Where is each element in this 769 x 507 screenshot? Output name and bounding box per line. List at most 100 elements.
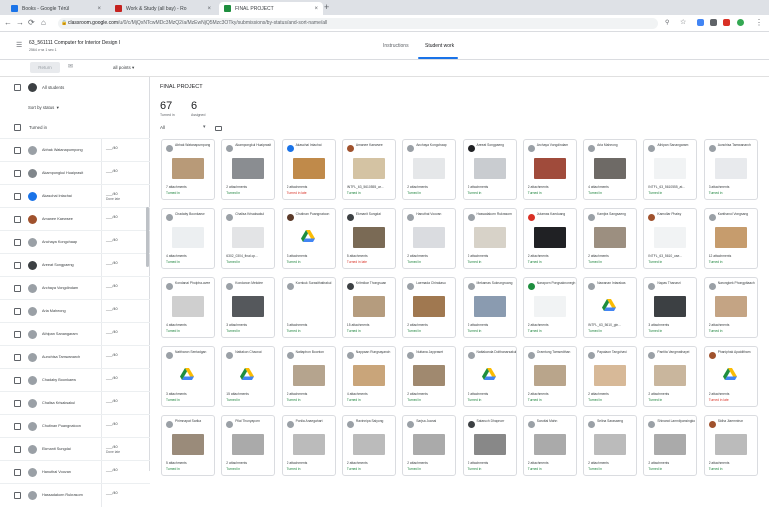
grade-field[interactable]: ___/40 Done late — [106, 192, 120, 201]
grade-field[interactable]: ___/40 — [106, 422, 118, 427]
submission-card[interactable]: Narongkek Phongpitaach 2 attachments Turne… — [703, 277, 758, 338]
submission-card[interactable]: Akaschai Intachai 2 attachments Turned in … — [281, 139, 336, 200]
url-bar[interactable]: 🔒 classroom.google.com/u/0/c/MjQxNTcwMDc3… — [58, 18, 658, 29]
profile-avatar[interactable] — [737, 19, 744, 26]
submission-card[interactable]: Nattakon Chaovai 15 attachments Turned in — [221, 346, 276, 407]
submission-card[interactable]: Nuttana Jaypraset 2 attachments Turned in — [402, 346, 457, 407]
student-checkbox[interactable] — [14, 423, 21, 430]
select-all-checkbox[interactable] — [14, 84, 21, 91]
submission-card[interactable]: Selina Sarasaeng 2 attachments Turned in — [583, 415, 638, 476]
submission-card[interactable]: Kondanon Mekdee 3 attachments Turned in — [221, 277, 276, 338]
student-checkbox[interactable] — [14, 446, 21, 453]
submission-card[interactable]: Hassadakorn Rukrasom 2 attachments Turned … — [462, 208, 517, 269]
submission-card[interactable]: Pantita Vangmathayei 2 attachments Turned … — [643, 346, 698, 407]
student-row[interactable]: Hanuthai Voovan ___/40 — [0, 460, 150, 484]
submission-card[interactable]: Pilai Thunyaporn 2 attachments Turned in — [221, 415, 276, 476]
submission-card[interactable]: Ekmanit Sungdai 5 attachments Turned in la… — [341, 208, 396, 269]
submission-card[interactable]: Kondanai Pholpha-avee 4 attachments Turned… — [161, 277, 215, 338]
folder-icon[interactable] — [215, 126, 222, 131]
grade-field[interactable]: ___/40 — [106, 146, 118, 151]
student-row[interactable]: Areeat Songpaeng ___/40 — [0, 253, 150, 277]
submission-card[interactable]: Phimnapat Sarika 5 attachments Turned in — [161, 415, 215, 476]
submission-card[interactable]: Amanee Kaewsee INTFL_63_5610555_ar... Turn… — [341, 139, 396, 200]
grade-field[interactable]: ___/40 — [106, 468, 118, 473]
browser-tab-work[interactable]: Work & Study (all bay) - Ro × — [110, 2, 216, 15]
class-title[interactable]: 63_561111 Computer for Interior Design I — [29, 40, 120, 46]
submission-card[interactable]: Ponlia Anaegahart 2 attachments Turned in — [281, 415, 336, 476]
student-checkbox[interactable] — [14, 170, 21, 177]
submission-card[interactable]: Sidha Jiaemnirun 2 attachments Turned in — [703, 415, 758, 476]
student-row[interactable]: Athipan Sanangaram ___/40 — [0, 322, 150, 346]
grade-field[interactable]: ___/40 Done late — [106, 445, 120, 454]
extension-icon[interactable] — [697, 19, 704, 26]
grade-field[interactable]: ___/40 — [106, 169, 118, 174]
student-row[interactable]: Chadaby Boonkaew ___/40 — [0, 368, 150, 392]
sort-select[interactable]: Sort by status ▾ — [28, 105, 59, 111]
student-row[interactable]: Amanee Kaewsee ___/40 — [0, 207, 150, 231]
student-row[interactable]: Hassadakorn Rukrasom ___/40 — [0, 483, 150, 507]
tab-student-work[interactable]: Student work — [425, 43, 454, 49]
submission-card[interactable]: Hanuthai Voovan 2 attachments Turned in — [402, 208, 457, 269]
email-icon[interactable]: ✉ — [68, 63, 73, 70]
grade-field[interactable]: ___/40 — [106, 284, 118, 289]
browser-tab-books[interactable]: Books - Google Térül × — [6, 2, 106, 15]
close-icon[interactable]: × — [97, 6, 101, 12]
submission-card[interactable]: Nattaphon Boonton 2 attachments Turned in — [281, 346, 336, 407]
submission-card[interactable]: Nattakanda Dolthanarsakul 2 attachments Tu… — [462, 346, 517, 407]
browser-tab-final-project[interactable]: FINAL PROJECT × — [219, 2, 323, 15]
submission-card[interactable]: Jutamas Kaeduang 2 attachments Turned in — [522, 208, 577, 269]
extension-icon[interactable] — [723, 19, 730, 26]
grade-field[interactable]: ___/40 — [106, 376, 118, 381]
submission-card[interactable]: Papaiaon Tangchavi 2 attachments Turned in — [583, 346, 638, 407]
turned-in-group-checkbox[interactable] — [14, 124, 21, 131]
submission-card[interactable]: Sataruch Dhapnorr 2 attachments Turned in — [462, 415, 517, 476]
home-icon[interactable]: ⌂ — [41, 18, 46, 28]
student-row[interactable]: Akampongkul Huaiprasit ___/40 — [0, 161, 150, 185]
close-icon[interactable]: × — [207, 6, 211, 12]
reload-icon[interactable]: ⟳ — [28, 18, 35, 28]
submission-card[interactable]: Archaya Vongdindam 2 attachments Turned in — [522, 139, 577, 200]
submission-card[interactable]: Nawanan Intarakas INTFL_63_5610_gin... Tur… — [583, 277, 638, 338]
submission-card[interactable]: Chadaby Boonkaew 4 attachments Turned in — [161, 208, 215, 269]
student-row[interactable]: Akaschai Intachai ___/40 Done late — [0, 184, 150, 208]
scrollbar[interactable] — [146, 207, 149, 267]
student-checkbox[interactable] — [14, 193, 21, 200]
points-select[interactable]: all points ▾ — [113, 65, 134, 71]
star-icon[interactable]: ☆ — [680, 18, 686, 28]
submission-card[interactable]: Kamollar Phaisy INTFL_63_5610_use... Turne… — [643, 208, 698, 269]
submission-card[interactable]: Kornkuk Surasithatirakul 3 attachments Tur… — [281, 277, 336, 338]
grade-field[interactable]: ___/40 — [106, 215, 118, 220]
student-checkbox[interactable] — [14, 469, 21, 476]
submission-card[interactable]: Oramtung Tamsedthan 2 attachments Turned i… — [522, 346, 577, 407]
filter-select[interactable]: All — [160, 125, 165, 130]
grade-field[interactable]: ___/40 — [106, 261, 118, 266]
student-row[interactable]: Ekmanit Sungdai ___/40 Done late — [0, 437, 150, 461]
student-row[interactable]: Abhak Watanapumpong ___/40 — [0, 138, 150, 162]
student-checkbox[interactable] — [14, 147, 21, 154]
submission-card[interactable]: Chalisa Krisaksakul 6302_0304_final.cp...… — [221, 208, 276, 269]
back-icon[interactable]: ← — [4, 18, 12, 28]
student-row[interactable]: Archaya Vongdindam ___/40 — [0, 276, 150, 300]
more-vert-icon[interactable]: ⋮ — [755, 18, 763, 28]
submission-card[interactable]: Athipan Sanangaram INTFL_63_5610555_at...… — [643, 139, 698, 200]
submission-card[interactable]: Naraporn Pongsaknonegh 2 attachments Turne… — [522, 277, 577, 338]
submission-card[interactable]: Abhak Watanapumpong 7 attachments Turned i… — [161, 139, 215, 200]
submission-card[interactable]: Akampongkul Huaiprasit 2 attachments Turne… — [221, 139, 276, 200]
submission-card[interactable]: Chutinan Puangnatoon 3 attachments Turned … — [281, 208, 336, 269]
grade-field[interactable]: ___/40 — [106, 330, 118, 335]
grade-field[interactable]: ___/40 — [106, 399, 118, 404]
chevron-down-icon[interactable]: ▾ — [203, 124, 206, 130]
student-checkbox[interactable] — [14, 285, 21, 292]
submission-card[interactable]: Napas Thanasri 3 attachments Turned in — [643, 277, 698, 338]
student-checkbox[interactable] — [14, 492, 21, 499]
submission-card[interactable]: Sarjsa Juanai 2 attachments Turned in — [402, 415, 457, 476]
new-tab-button[interactable]: + — [324, 2, 329, 13]
tab-instructions[interactable]: Instructions — [383, 43, 409, 49]
student-row[interactable]: Aunchisa Tamwanarch ___/40 — [0, 345, 150, 369]
submission-card[interactable]: Kritmikar Thongsuan 15 attachments Turned … — [341, 277, 396, 338]
submission-card[interactable]: Kamjira Sangsaeng 2 attachments Turned in — [583, 208, 638, 269]
submission-card[interactable]: Aria Maheong 4 attachments Turned in — [583, 139, 638, 200]
return-button[interactable]: Return — [30, 62, 60, 73]
student-checkbox[interactable] — [14, 400, 21, 407]
forward-icon[interactable]: → — [16, 18, 24, 28]
